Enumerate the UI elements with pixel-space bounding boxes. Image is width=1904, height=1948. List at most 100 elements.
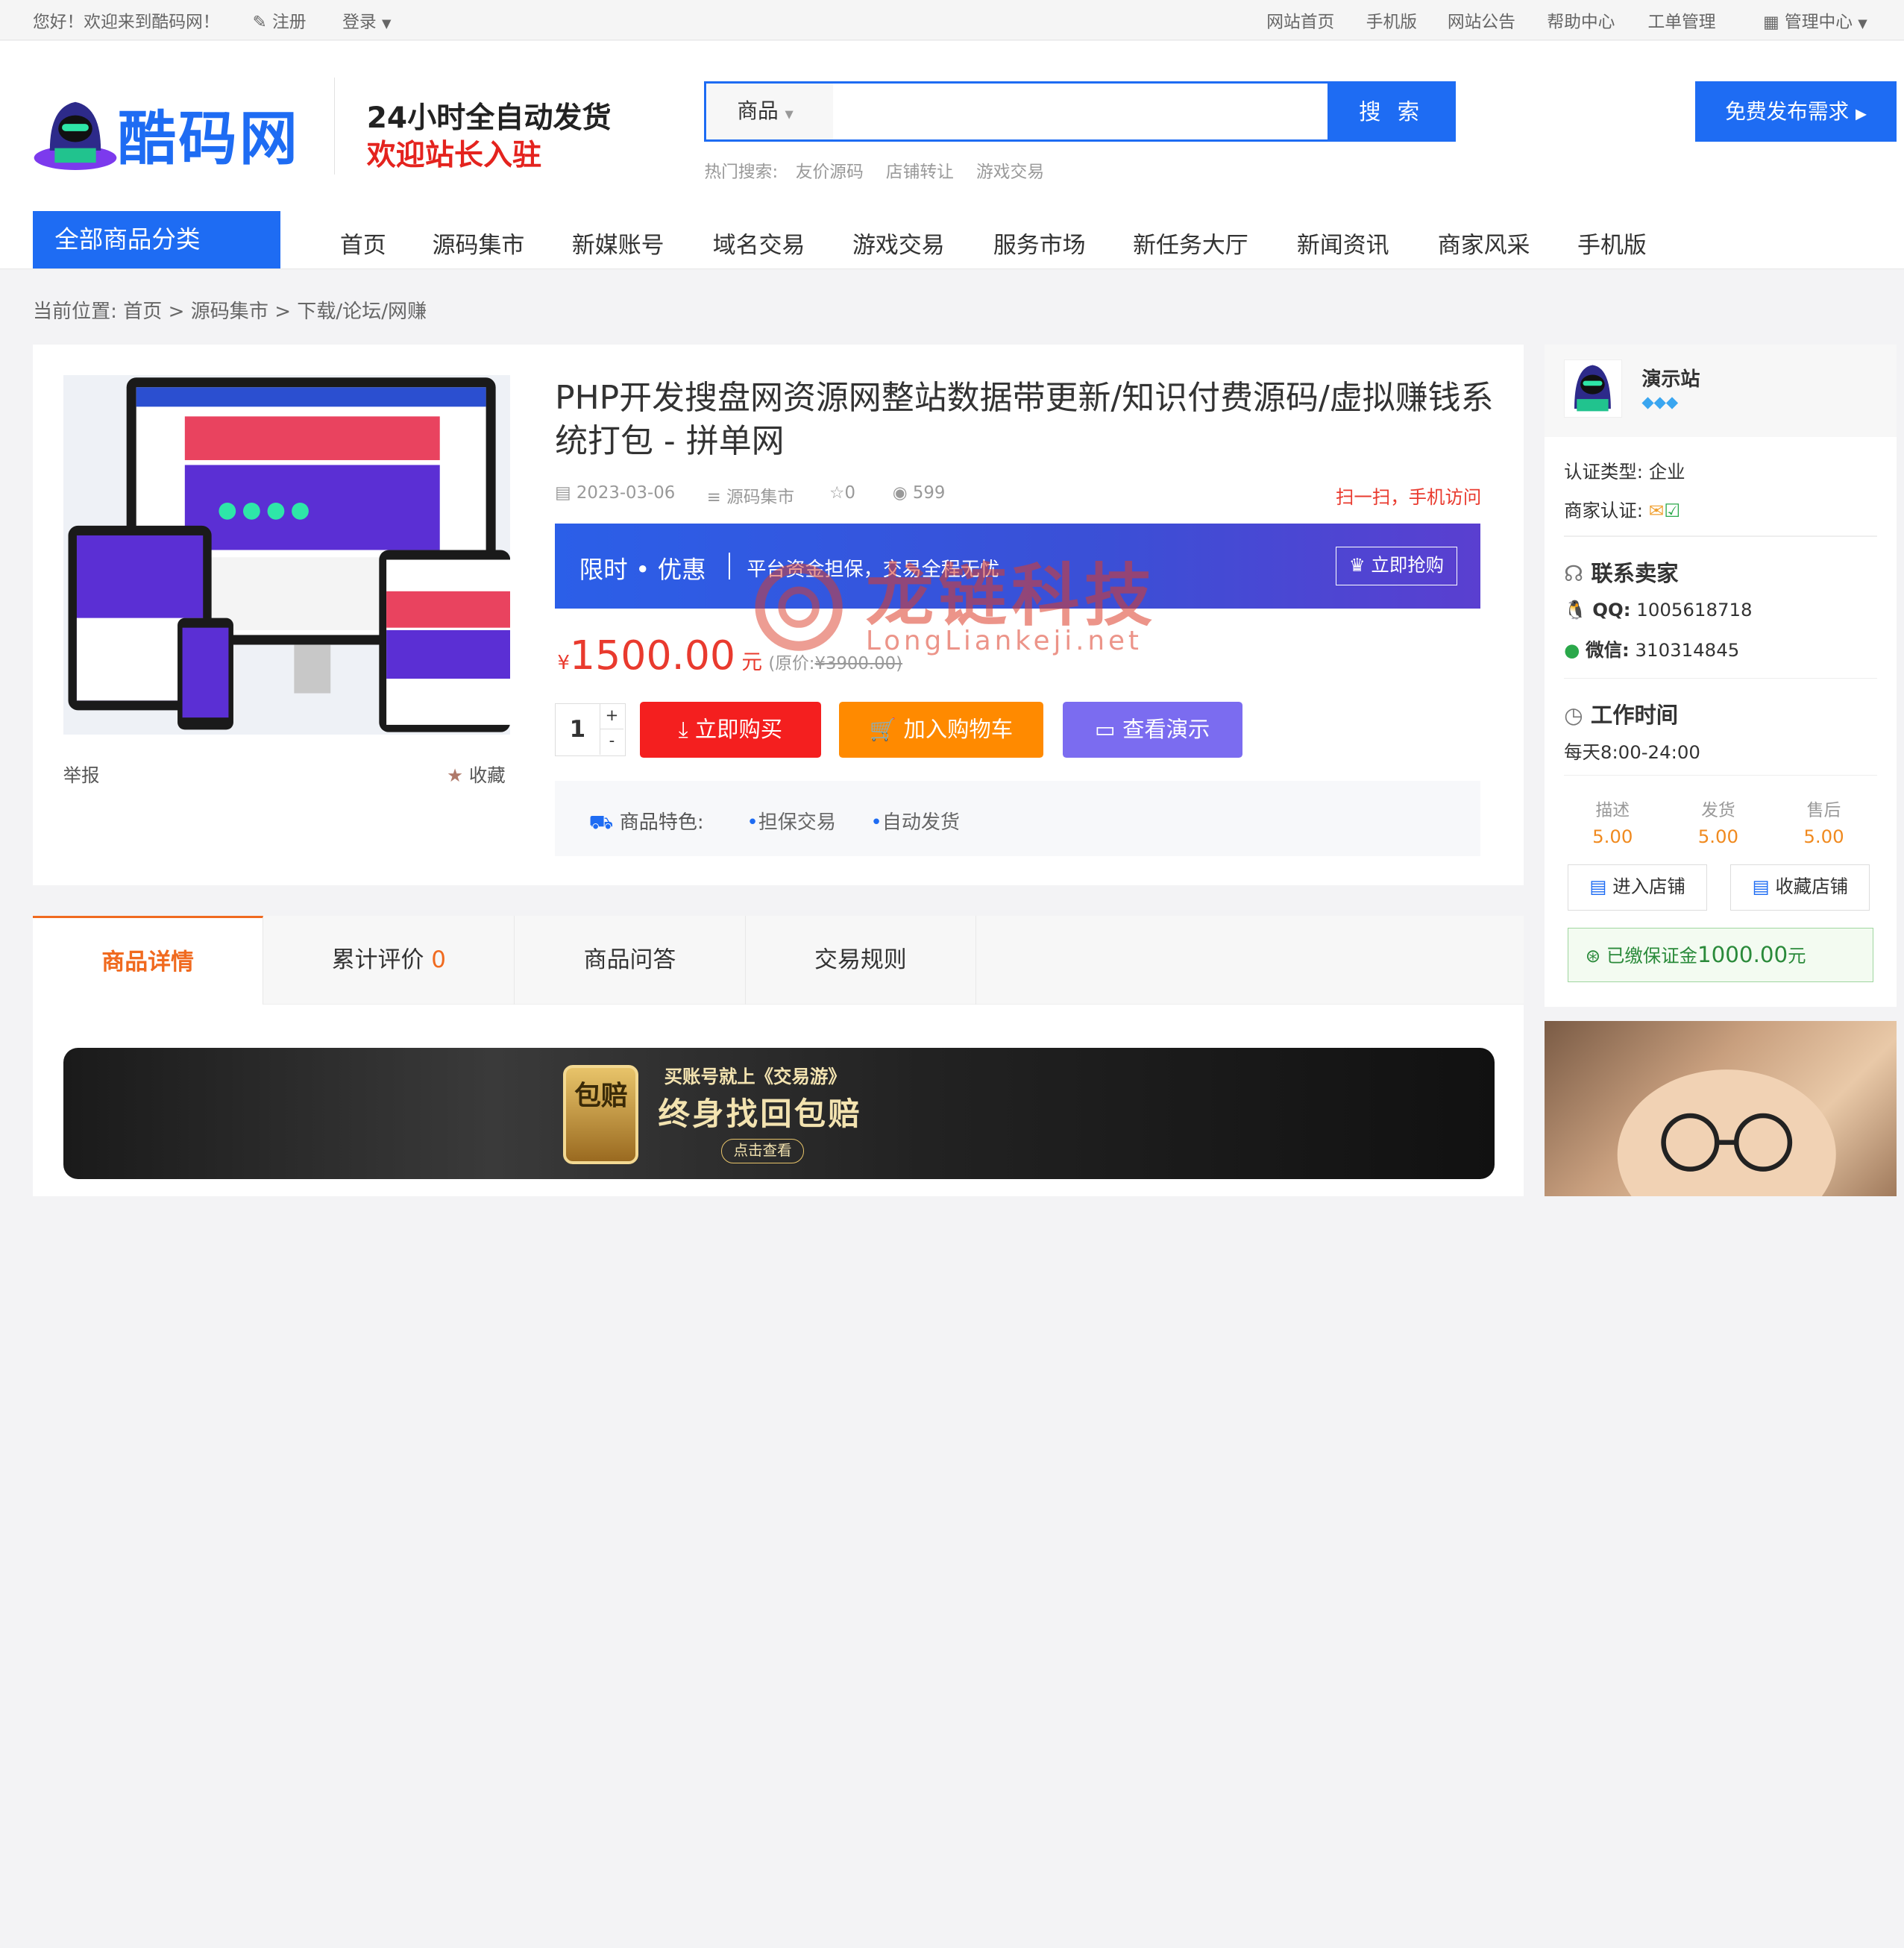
top-link-ticket[interactable]: 工单管理 (1647, 8, 1715, 33)
promo-title: 限时 • 优惠 (579, 555, 706, 584)
add-to-cart-button[interactable]: 🛒 加入购物车 (839, 702, 1043, 758)
list-icon: ≡ (706, 488, 721, 508)
product-title: PHP开发搜盘网资源网整站数据带更新/知识付费源码/虚拟赚钱系统打包 - 拼单网 (555, 378, 1494, 461)
view-demo-button[interactable]: ▭ 查看演示 (1062, 702, 1242, 758)
compensation-badge-icon: 包赔 (563, 1064, 639, 1165)
cart-icon: 🛒 (869, 717, 897, 743)
nav-item-home[interactable]: 首页 (340, 226, 386, 260)
star-icon: ★ (447, 764, 464, 786)
buy-now-button[interactable]: ⤓ 立即购买 (640, 702, 821, 758)
yen-icon: ⊛ (1585, 944, 1601, 967)
logo-text[interactable]: 酷码网 (118, 91, 300, 176)
auth-type: 认证类型: 企业 (1564, 460, 1685, 483)
search-input[interactable] (835, 84, 1324, 140)
tab-reviews[interactable]: 累计评价 0 (263, 915, 515, 1005)
breadcrumb-item[interactable]: 首页 (123, 301, 162, 323)
nav-item-source[interactable]: 源码集市 (433, 226, 525, 260)
tab-details[interactable]: 商品详情 (32, 915, 264, 1005)
watermark-cn: 龙链科技 (865, 555, 1157, 635)
seller-qq[interactable]: 🐧 QQ: 1005618718 (1564, 599, 1752, 620)
calendar-icon: ▤ (555, 483, 571, 503)
qq-icon: 🐧 (1564, 598, 1587, 620)
caret-down-icon: ▼ (1858, 16, 1867, 31)
login-link[interactable]: 登录 ▼ (342, 8, 391, 33)
score-value: 5.00 (1803, 826, 1844, 848)
product-features: ⛟ 商品特色: •担保交易 •自动发货 (555, 780, 1480, 856)
logo-mascot-icon[interactable] (33, 95, 118, 170)
nav-item-domain[interactable]: 域名交易 (713, 226, 805, 260)
mobile-access-link[interactable]: 扫一扫，手机访问 (1336, 483, 1481, 509)
clock-icon: ◷ (1564, 703, 1583, 729)
nav-item-mobile[interactable]: 手机版 (1577, 226, 1647, 260)
register-link[interactable]: ✎ 注册 (253, 8, 307, 33)
work-hours: 每天8:00-24:00 (1564, 741, 1700, 763)
top-link-notice[interactable]: 网站公告 (1448, 8, 1515, 33)
original-price: ¥3900.00) (814, 653, 903, 673)
product-category[interactable]: ≡ 源码集市 (707, 483, 794, 508)
search-type-select[interactable]: 商品 ▼ (706, 84, 833, 140)
nav-item-service[interactable]: 服务市场 (993, 226, 1086, 260)
seller-name[interactable]: 演示站 (1641, 363, 1700, 392)
breadcrumb-item[interactable]: 源码集市 (191, 301, 268, 323)
monitor-icon: ▭ (1095, 717, 1116, 743)
quantity-value[interactable]: 1 (556, 704, 600, 755)
nav-item-merchants[interactable]: 商家风采 (1438, 226, 1530, 260)
collect-store-button[interactable]: ▤ 收藏店铺 (1730, 864, 1870, 911)
banner-view-button[interactable]: 点击查看 (721, 1139, 804, 1163)
admin-center-link[interactable]: ▦ 管理中心 ▼ (1763, 8, 1867, 33)
tab-rules[interactable]: 交易规则 (746, 915, 977, 1005)
nav-item-task[interactable]: 新任务大厅 (1133, 226, 1248, 260)
breadcrumb-label: 当前位置: (32, 300, 117, 323)
caret-down-icon: ▼ (785, 108, 794, 122)
nav-item-media[interactable]: 新媒账号 (572, 226, 664, 260)
hot-search-item[interactable]: 店铺转让 (886, 163, 954, 182)
hot-search-label: 热门搜索: (704, 162, 779, 182)
seller-wechat[interactable]: ● 微信: 310314845 (1564, 636, 1739, 662)
hours-title: ◷ 工作时间 (1564, 703, 1679, 729)
ad-banner[interactable]: 包赔 买账号就上《交易游》 终身找回包赔 点击查看 (63, 1048, 1495, 1179)
grab-now-button[interactable]: ♛ 立即抢购 (1336, 546, 1457, 585)
feature-tag: •自动发货 (870, 811, 960, 835)
eye-icon: ◉ (892, 483, 908, 503)
grid-icon: ▦ (1763, 13, 1779, 33)
hot-search-item[interactable]: 游戏交易 (976, 163, 1044, 182)
tab-qa[interactable]: 商品问答 (515, 915, 746, 1005)
caret-down-icon: ▼ (381, 16, 392, 31)
watermark-en: LongLiankeji.net (865, 625, 1143, 656)
report-link[interactable]: 举报 (63, 761, 100, 788)
top-link-mobile[interactable]: 手机版 (1366, 8, 1417, 33)
breadcrumb-item[interactable]: 下载/论坛/网赚 (297, 301, 427, 323)
favorite-link[interactable]: ★ 收藏 (447, 761, 505, 788)
enter-store-button[interactable]: ▤ 进入店铺 (1567, 864, 1708, 911)
id-verified-icon: ☑ (1664, 499, 1681, 521)
nav-item-game[interactable]: 游戏交易 (852, 226, 945, 260)
view-count: ◉ 599 (892, 483, 946, 503)
publish-request-button[interactable]: 免费发布需求 ▶ (1694, 81, 1897, 142)
quantity-plus-button[interactable]: + (599, 703, 624, 729)
seller-avatar[interactable] (1564, 359, 1623, 418)
top-link-home[interactable]: 网站首页 (1266, 8, 1334, 33)
price-row: ¥1500.00 元 (原价:¥3900.00) (557, 631, 903, 679)
product-image[interactable] (63, 375, 510, 735)
caret-right-icon: ▶ (1855, 105, 1867, 123)
top-link-help[interactable]: 帮助中心 (1547, 8, 1615, 33)
merchant-auth: 商家认证: ✉☑ (1564, 499, 1681, 521)
diamond-rating-icon: ◆◆◆ (1641, 392, 1679, 411)
chain-logo-icon (755, 563, 843, 651)
quantity-minus-button[interactable]: - (599, 729, 624, 755)
hot-search-item[interactable]: 友价源码 (796, 163, 864, 182)
publish-date: ▤ 2023-03-06 (555, 483, 676, 503)
logo-divider (333, 78, 336, 175)
breadcrumb: 当前位置: 首页 > 源码集市 > 下载/论坛/网赚 (32, 300, 427, 323)
hot-search: 热门搜索: 友价源码 店铺转让 游戏交易 (704, 158, 1044, 183)
all-categories-button[interactable]: 全部商品分类 (32, 211, 281, 268)
welcome-text: 您好！欢迎来到酷码网！ (32, 13, 220, 33)
side-ad-image[interactable] (1545, 1021, 1897, 1196)
slogan-line1: 24小时全自动发货 (366, 101, 612, 135)
headset-icon: ☊ (1564, 560, 1584, 586)
feature-tag: •担保交易 (747, 811, 836, 835)
search-button[interactable]: 搜 索 (1327, 82, 1457, 141)
nav-item-news[interactable]: 新闻资讯 (1297, 226, 1389, 260)
top-bar: 您好！欢迎来到酷码网！ ✎ 注册 登录 ▼ 网站首页 手机版 网站公告 帮助中心… (0, 0, 1904, 40)
slogan-line2: 欢迎站长入驻 (366, 139, 542, 173)
